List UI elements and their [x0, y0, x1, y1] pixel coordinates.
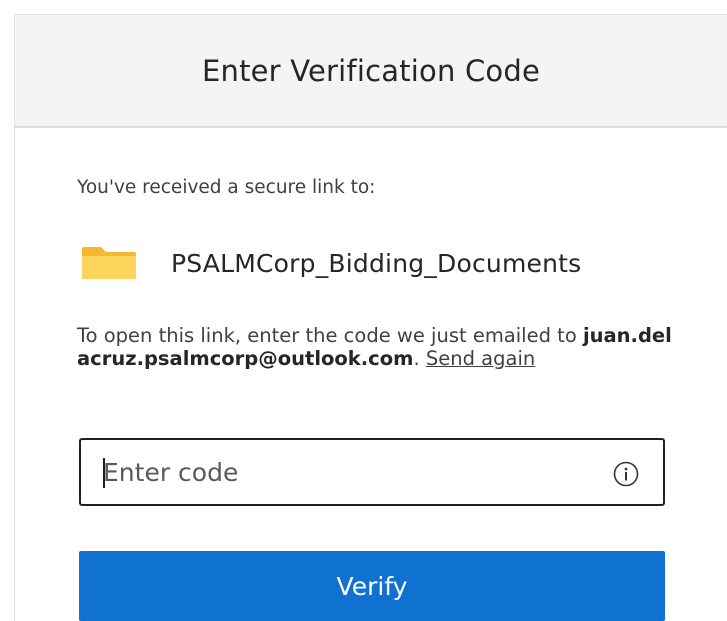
intro-text: You've received a secure link to:	[77, 177, 376, 198]
verify-button[interactable]: Verify	[79, 551, 665, 621]
instructions-text: To open this link, enter the code we jus…	[77, 324, 677, 370]
instructions-period: .	[413, 347, 426, 370]
verification-card: Enter Verification Code You've received …	[14, 14, 727, 621]
code-input[interactable]	[103, 457, 583, 487]
text-caret	[103, 458, 105, 488]
info-icon[interactable]	[613, 461, 639, 487]
instructions-prefix: To open this link, enter the code we jus…	[77, 324, 583, 347]
folder-icon	[81, 246, 137, 280]
send-again-link[interactable]: Send again	[426, 347, 535, 370]
page-title: Enter Verification Code	[201, 53, 541, 88]
card-header: Enter Verification Code	[15, 15, 727, 128]
shared-file-row: PSALMCorp_Bidding_Documents	[81, 243, 581, 283]
code-field[interactable]	[79, 438, 665, 506]
file-name: PSALMCorp_Bidding_Documents	[171, 248, 582, 278]
